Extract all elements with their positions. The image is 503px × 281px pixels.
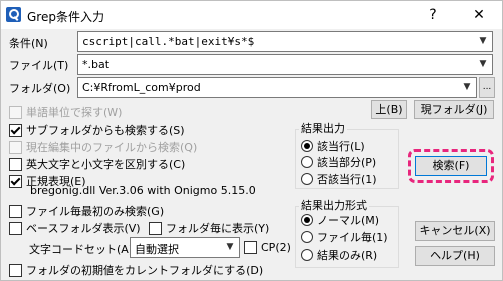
word-unit-checkbox[interactable]: 単語単位で探す(W) (9, 104, 122, 120)
browse-button[interactable]: ... (479, 77, 495, 98)
checkbox-box[interactable] (9, 221, 22, 235)
folder-label: フォルダ(O) (9, 82, 71, 95)
help-icon[interactable]: ? (411, 1, 455, 29)
checkbox-box[interactable] (9, 105, 22, 119)
result-output-option-label: 否該当行(1) (317, 173, 377, 186)
up-button[interactable]: 上(B) (371, 100, 407, 119)
first-only-label: ファイル毎最初のみ検索(G) (26, 205, 165, 218)
per-folder-checkbox[interactable]: フォルダ毎に表示(Y) (149, 220, 269, 236)
subfolders-label: サブフォルダからも検索する(S) (26, 124, 185, 137)
help-button[interactable]: ヘルプ(H) (415, 246, 495, 266)
file-value[interactable]: *.bat (82, 58, 109, 71)
case-checkbox[interactable]: 英大文字と小文字を区別する(C) (9, 156, 185, 172)
file-combobox[interactable]: *.bat ▼ (77, 54, 493, 75)
result-format-option[interactable]: ノーマル(M) (301, 212, 379, 228)
result-output-option[interactable]: 該当行(L) (301, 138, 365, 154)
checkbox-box[interactable] (9, 174, 22, 188)
checkbox-box[interactable] (9, 123, 22, 137)
checkbox-box[interactable] (149, 221, 162, 235)
current-folder-button[interactable]: 現フォルダ(J) (414, 100, 494, 119)
case-label: 英大文字と小文字を区別する(C) (26, 158, 186, 171)
regex-version-text: bregonig.dll Ver.3.06 with Onigmo 5.15.0 (30, 184, 256, 197)
condition-label: 条件(N) (9, 37, 48, 50)
radio-circle[interactable] (301, 173, 313, 185)
checkbox-box[interactable] (9, 140, 22, 154)
checkbox-box[interactable] (9, 204, 22, 218)
chevron-down-icon[interactable]: ▼ (476, 55, 490, 74)
result-output-title: 結果出力 (299, 120, 347, 136)
result-output-option[interactable]: 該当部分(P) (301, 154, 376, 170)
checkbox-box[interactable] (9, 263, 22, 277)
search-button[interactable]: 検索(F) (415, 156, 487, 176)
encoding-value[interactable]: 自動選択 (135, 241, 179, 257)
chevron-down-icon[interactable]: ▼ (460, 78, 474, 97)
grep-dialog: Grep条件入力 ? ✕ 条件(N) cscript|call.*bat|exi… (0, 0, 503, 281)
file-label: ファイル(T) (9, 59, 69, 72)
encoding-label: 文字コードセット(A) (29, 243, 134, 256)
chevron-down-icon[interactable]: ▼ (223, 238, 237, 257)
result-format-title: 結果出力形式 (299, 197, 369, 213)
word-unit-label: 単語単位で探す(W) (26, 106, 123, 119)
result-output-option-label: 該当部分(P) (317, 156, 377, 169)
condition-combobox[interactable]: cscript|call.*bat|exit¥s*$ ▼ (77, 31, 493, 52)
encoding-combobox[interactable]: 自動選択 ▼ (130, 237, 240, 258)
window-title: Grep条件入力 (27, 10, 104, 24)
radio-circle[interactable] (301, 231, 313, 243)
cp-checkbox[interactable]: CP(2) (244, 241, 291, 254)
base-folder-label: ベースフォルダ表示(V) (26, 222, 141, 235)
current-file-label: 現在編集中のファイルから検索(Q) (26, 141, 198, 154)
first-only-checkbox[interactable]: ファイル毎最初のみ検索(G) (9, 203, 164, 219)
chevron-down-icon[interactable]: ▼ (476, 32, 490, 51)
checkbox-box[interactable] (244, 241, 257, 254)
result-output-option-label: 該当行(L) (317, 140, 365, 153)
result-format-option-label: ファイル毎(1) (317, 231, 388, 244)
close-icon[interactable]: ✕ (456, 1, 502, 29)
result-format-option-label: 結果のみ(R) (317, 249, 378, 262)
condition-value[interactable]: cscript|call.*bat|exit¥s*$ (82, 35, 254, 48)
result-format-option[interactable]: ファイル毎(1) (301, 229, 388, 245)
radio-circle[interactable] (301, 156, 313, 168)
cancel-button[interactable]: キャンセル(X) (415, 221, 495, 241)
result-format-option-label: ノーマル(M) (317, 214, 380, 227)
init-folder-checkbox[interactable]: フォルダの初期値をカレントフォルダにする(D) (9, 262, 263, 278)
folder-combobox[interactable]: C:¥RfromL_com¥prod ▼ (77, 77, 477, 98)
title-bar: Grep条件入力 ? ✕ (1, 1, 502, 29)
cp-label: CP(2) (261, 241, 291, 254)
radio-circle[interactable] (301, 214, 313, 226)
result-output-option[interactable]: 否該当行(1) (301, 171, 377, 187)
init-folder-label: フォルダの初期値をカレントフォルダにする(D) (26, 264, 264, 277)
search-app-icon (6, 7, 21, 22)
per-folder-label: フォルダ毎に表示(Y) (166, 222, 270, 235)
subfolders-checkbox[interactable]: サブフォルダからも検索する(S) (9, 122, 185, 138)
current-file-checkbox[interactable]: 現在編集中のファイルから検索(Q) (9, 139, 197, 155)
base-folder-checkbox[interactable]: ベースフォルダ表示(V) (9, 220, 141, 236)
radio-circle[interactable] (301, 140, 313, 152)
folder-value[interactable]: C:¥RfromL_com¥prod (82, 81, 201, 94)
result-format-option[interactable]: 結果のみ(R) (301, 247, 377, 263)
radio-circle[interactable] (301, 249, 313, 261)
checkbox-box[interactable] (9, 157, 22, 171)
